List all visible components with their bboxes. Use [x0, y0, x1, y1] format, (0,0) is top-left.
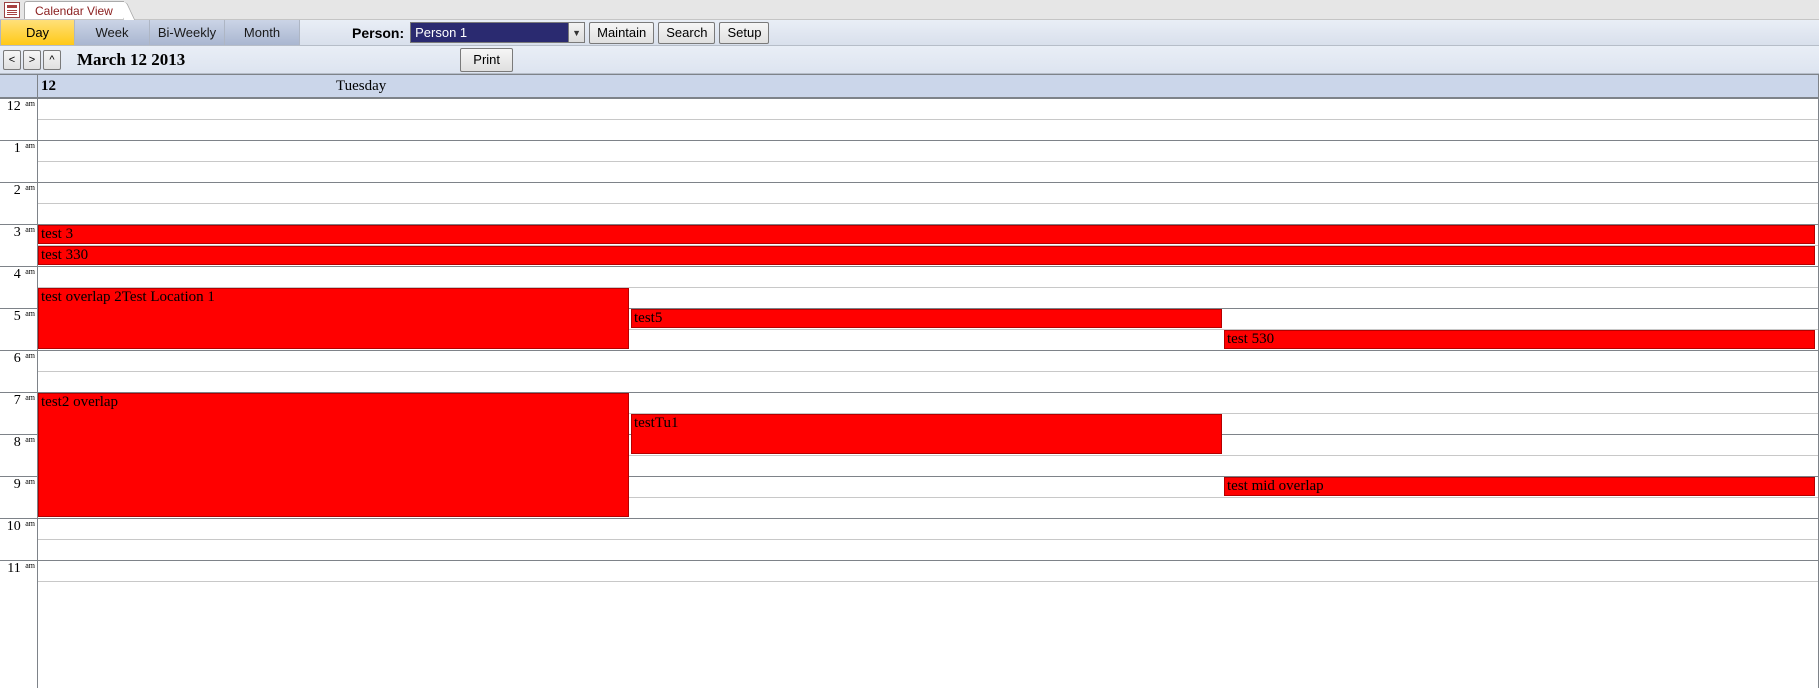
chevron-left-icon: <: [9, 54, 15, 66]
day-grid[interactable]: test 3 test 330 test overlap 2Test Locatio…: [38, 98, 1819, 688]
chevron-up-icon: ^: [49, 54, 54, 66]
time-slot[interactable]: [38, 371, 1818, 392]
chevron-down-icon[interactable]: ▼: [568, 23, 584, 42]
print-label: Print: [473, 52, 500, 67]
time-gutter-header: [0, 75, 38, 97]
hour-label: 5 am: [0, 308, 37, 350]
person-combobox[interactable]: Person 1 ▼: [410, 22, 585, 43]
calendar-event[interactable]: test5: [631, 309, 1222, 328]
maintain-button[interactable]: Maintain: [589, 22, 654, 44]
time-slot[interactable]: [38, 560, 1818, 581]
hour-label: 7 am: [0, 392, 37, 434]
view-day-button[interactable]: Day: [0, 20, 75, 45]
view-biweekly-button[interactable]: Bi-Weekly: [150, 20, 225, 45]
date-title: March 12 2013: [77, 50, 185, 70]
search-button[interactable]: Search: [658, 22, 715, 44]
time-slot[interactable]: [38, 161, 1818, 182]
view-toolbar: Day Week Bi-Weekly Month Person: Person …: [0, 20, 1819, 46]
setup-button[interactable]: Setup: [719, 22, 769, 44]
nav-next-button[interactable]: >: [23, 50, 41, 70]
hour-label: 3 am: [0, 224, 37, 266]
view-week-button[interactable]: Week: [75, 20, 150, 45]
time-slot[interactable]: [38, 182, 1818, 203]
hour-label: 4 am: [0, 266, 37, 308]
view-day-label: Day: [26, 25, 49, 40]
hour-label: 12 am: [0, 98, 37, 140]
time-slot[interactable]: [38, 98, 1818, 119]
time-gutter: 12 am1 am2 am3 am4 am5 am6 am7 am8 am9 a…: [0, 98, 38, 688]
person-label: Person:: [350, 25, 410, 41]
calendar-event[interactable]: testTu1: [631, 414, 1222, 454]
view-month-label: Month: [244, 25, 280, 40]
hour-label: 8 am: [0, 434, 37, 476]
time-slot[interactable]: [38, 140, 1818, 161]
calendar-event[interactable]: test mid overlap: [1224, 477, 1815, 496]
hour-label: 2 am: [0, 182, 37, 224]
time-slot[interactable]: [38, 266, 1818, 287]
time-slot[interactable]: [38, 518, 1818, 539]
calendar-event[interactable]: test2 overlap: [38, 393, 629, 517]
calendar-event[interactable]: test 330: [38, 246, 1815, 265]
time-slot[interactable]: [38, 203, 1818, 224]
hour-label: 10 am: [0, 518, 37, 560]
day-number: 12: [38, 78, 336, 95]
view-week-label: Week: [96, 25, 129, 40]
search-label: Search: [666, 25, 707, 40]
maintain-label: Maintain: [597, 25, 646, 40]
form-tab-strip: Calendar View: [0, 0, 1819, 20]
view-month-button[interactable]: Month: [225, 20, 300, 45]
hour-label: 11 am: [0, 560, 37, 602]
hour-label: 6 am: [0, 350, 37, 392]
time-slot[interactable]: [38, 350, 1818, 371]
hour-label: 9 am: [0, 476, 37, 518]
day-name: Tuesday: [336, 78, 386, 95]
form-tab-label: Calendar View: [35, 4, 113, 18]
calendar-event[interactable]: test 3: [38, 225, 1815, 244]
time-slot[interactable]: [38, 539, 1818, 560]
person-value: Person 1: [411, 23, 568, 42]
nav-up-button[interactable]: ^: [43, 50, 61, 70]
nav-prev-button[interactable]: <: [3, 50, 21, 70]
calendar-event[interactable]: test overlap 2Test Location 1: [38, 288, 629, 349]
time-slot[interactable]: [38, 119, 1818, 140]
form-tab[interactable]: Calendar View: [24, 1, 124, 19]
calendar-event[interactable]: test 530: [1224, 330, 1815, 349]
view-biweekly-label: Bi-Weekly: [158, 25, 216, 40]
setup-label: Setup: [727, 25, 761, 40]
chevron-right-icon: >: [29, 54, 35, 66]
time-slot[interactable]: [38, 581, 1818, 602]
hour-label: 1 am: [0, 140, 37, 182]
form-icon: [4, 2, 20, 18]
print-button[interactable]: Print: [460, 48, 513, 72]
day-header: 12 Tuesday: [38, 75, 1818, 97]
nav-bar: < > ^ March 12 2013 Print: [0, 46, 1819, 74]
